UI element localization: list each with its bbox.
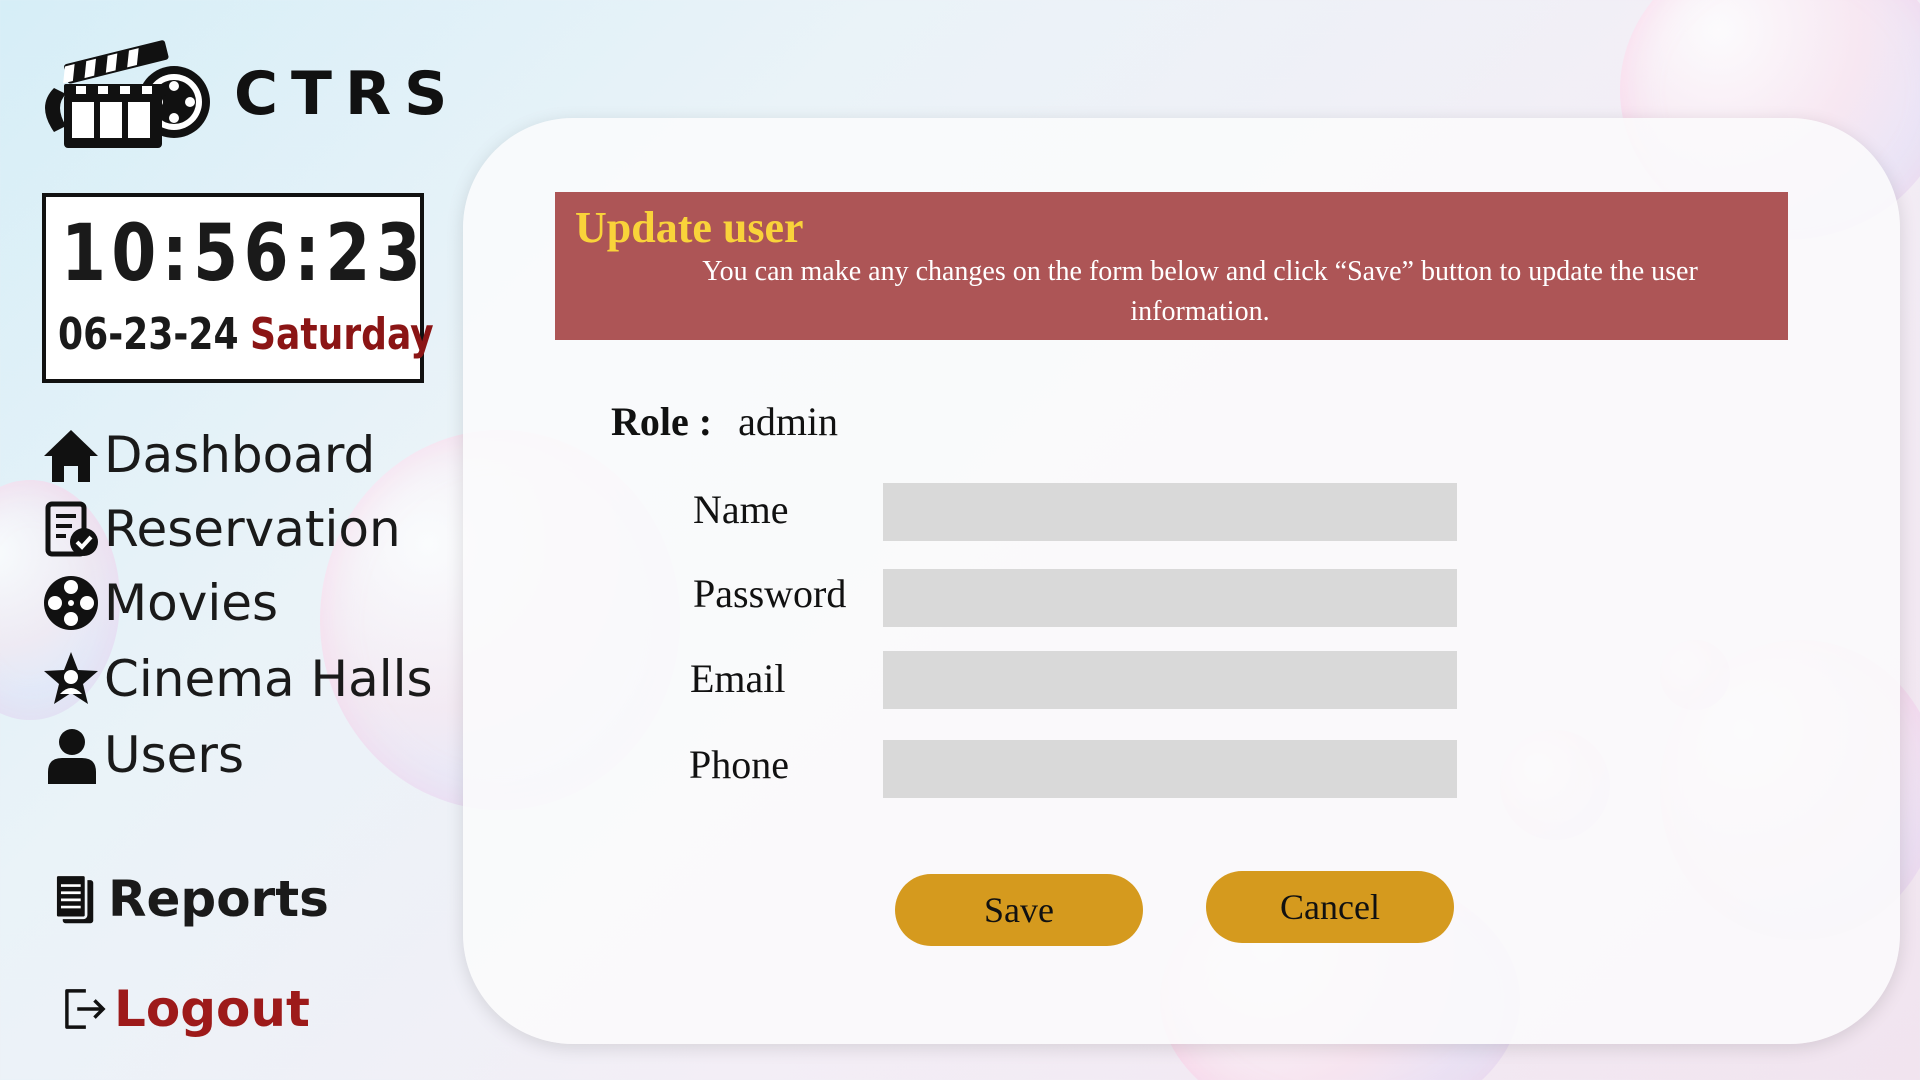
email-label: Email: [690, 656, 786, 701]
sidebar-item-label: Logout: [114, 980, 310, 1038]
name-field[interactable]: [883, 483, 1457, 541]
sidebar-item-label: Reports: [108, 870, 329, 928]
role-label: Role :: [611, 399, 713, 444]
sidebar-item-label: Movies: [104, 574, 279, 632]
cancel-button[interactable]: Cancel: [1206, 871, 1454, 943]
save-button[interactable]: Save: [895, 874, 1143, 946]
clock-date: 06-23-24: [58, 309, 239, 360]
sidebar-item-dashboard[interactable]: Dashboard: [42, 426, 375, 484]
password-label: Password: [693, 571, 847, 616]
app-logo: CTRS: [36, 34, 460, 154]
password-field[interactable]: [883, 569, 1457, 627]
phone-label: Phone: [689, 742, 789, 787]
clock-day: Saturday: [250, 309, 434, 360]
clock-widget: 10:56:23 06-23-24 Saturday: [42, 193, 434, 383]
star-user-icon: [44, 652, 98, 704]
page-header-banner: Update user You can make any changes on …: [555, 192, 1788, 340]
phone-field[interactable]: [883, 740, 1457, 798]
sidebar-item-label: Dashboard: [104, 426, 376, 484]
clock-date-row: 06-23-24 Saturday: [58, 313, 434, 357]
page-description: You can make any changes on the form bel…: [702, 256, 1698, 327]
role-value: admin: [738, 399, 839, 444]
email-field[interactable]: [883, 651, 1457, 709]
checklist-icon: [45, 501, 98, 557]
page-title: Update user: [575, 203, 804, 252]
sidebar-item-movies[interactable]: Movies: [42, 574, 278, 632]
sidebar-item-label: Cinema Halls: [104, 650, 433, 708]
sidebar-item-label: Reservation: [104, 500, 401, 558]
role-row: Role : admin: [611, 398, 838, 445]
user-icon: [48, 729, 96, 784]
document-icon: [54, 873, 94, 924]
sidebar-item-reservation[interactable]: Reservation: [42, 500, 401, 558]
sidebar-item-cinema-halls[interactable]: Cinema Halls: [42, 650, 433, 708]
clock-time: 10:56:23: [60, 209, 427, 299]
name-label: Name: [693, 487, 789, 532]
clapperboard-film-reel-icon: [45, 40, 210, 148]
logout-icon: [65, 989, 106, 1029]
app-brand-name: CTRS: [234, 59, 461, 129]
home-icon: [44, 430, 98, 482]
sidebar-item-label: Users: [104, 726, 245, 784]
sidebar-item-users[interactable]: Users: [42, 726, 244, 784]
film-reel-icon: [44, 576, 98, 630]
logout-button[interactable]: Logout: [60, 980, 310, 1038]
sidebar-item-reports[interactable]: Reports: [52, 870, 329, 928]
